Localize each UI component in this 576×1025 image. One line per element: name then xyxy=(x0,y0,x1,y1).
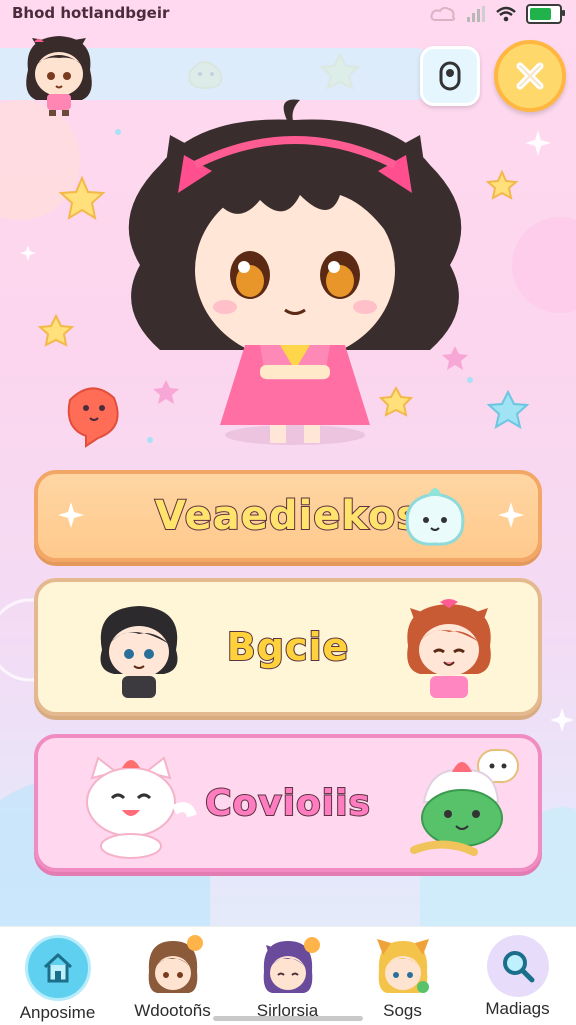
purple-hair-avatar-icon xyxy=(263,937,320,993)
brown-hair-avatar-icon xyxy=(148,935,203,993)
menu-card-2[interactable]: Bgcie xyxy=(34,578,542,716)
white-cat-icon xyxy=(86,756,197,859)
nav-item-2[interactable]: Wdootoñs xyxy=(115,927,230,1025)
nav-item-search[interactable]: Madiags xyxy=(460,927,575,1025)
menu-label-3: Covioiis xyxy=(204,782,371,825)
nav-label: Wdootoñs xyxy=(134,1001,211,1020)
search-icon xyxy=(502,951,534,983)
wifi-icon xyxy=(496,6,516,22)
home-indicator[interactable] xyxy=(213,1016,363,1021)
menu-card-1[interactable]: Veaediekos xyxy=(34,470,542,562)
toggle-icon xyxy=(439,61,461,91)
avatar[interactable] xyxy=(14,28,104,118)
sparkle-icon xyxy=(498,502,524,528)
blonde-avatar-icon xyxy=(376,939,429,993)
home-icon xyxy=(43,953,72,983)
close-button[interactable] xyxy=(494,40,566,112)
nav-item-4[interactable]: Sogs xyxy=(345,927,460,1025)
sparkle-icon xyxy=(58,502,84,528)
nav-item-3[interactable]: Sirlorsia xyxy=(230,927,345,1025)
status-bar-title: Bhod hotlandbgeir xyxy=(12,4,170,22)
status-bar-icons xyxy=(430,4,565,24)
star-icon xyxy=(486,389,530,430)
cloud-icon xyxy=(430,6,456,21)
chibi-girl-icon xyxy=(407,599,491,698)
nav-item-home[interactable]: Anposime xyxy=(0,927,115,1025)
chibi-boy-icon xyxy=(100,606,178,698)
nav-label: Madiags xyxy=(485,999,550,1018)
hero-character xyxy=(128,99,462,445)
menu-label-2: Bgcie xyxy=(226,624,350,670)
signal-icon xyxy=(467,6,485,22)
menu-card-3[interactable]: Covioiis xyxy=(34,734,542,872)
ghost-blob-icon xyxy=(405,488,465,546)
bottom-nav: Anposime Wdootoñs Sirlorsia Sogs Madiags xyxy=(0,926,576,1025)
nav-label: Sogs xyxy=(383,1001,422,1020)
nav-label: Anposime xyxy=(19,1003,96,1022)
close-icon xyxy=(516,62,544,90)
menu-label-1: Veaediekos xyxy=(154,492,422,540)
battery-icon xyxy=(526,4,565,24)
frog-icon xyxy=(410,749,519,856)
